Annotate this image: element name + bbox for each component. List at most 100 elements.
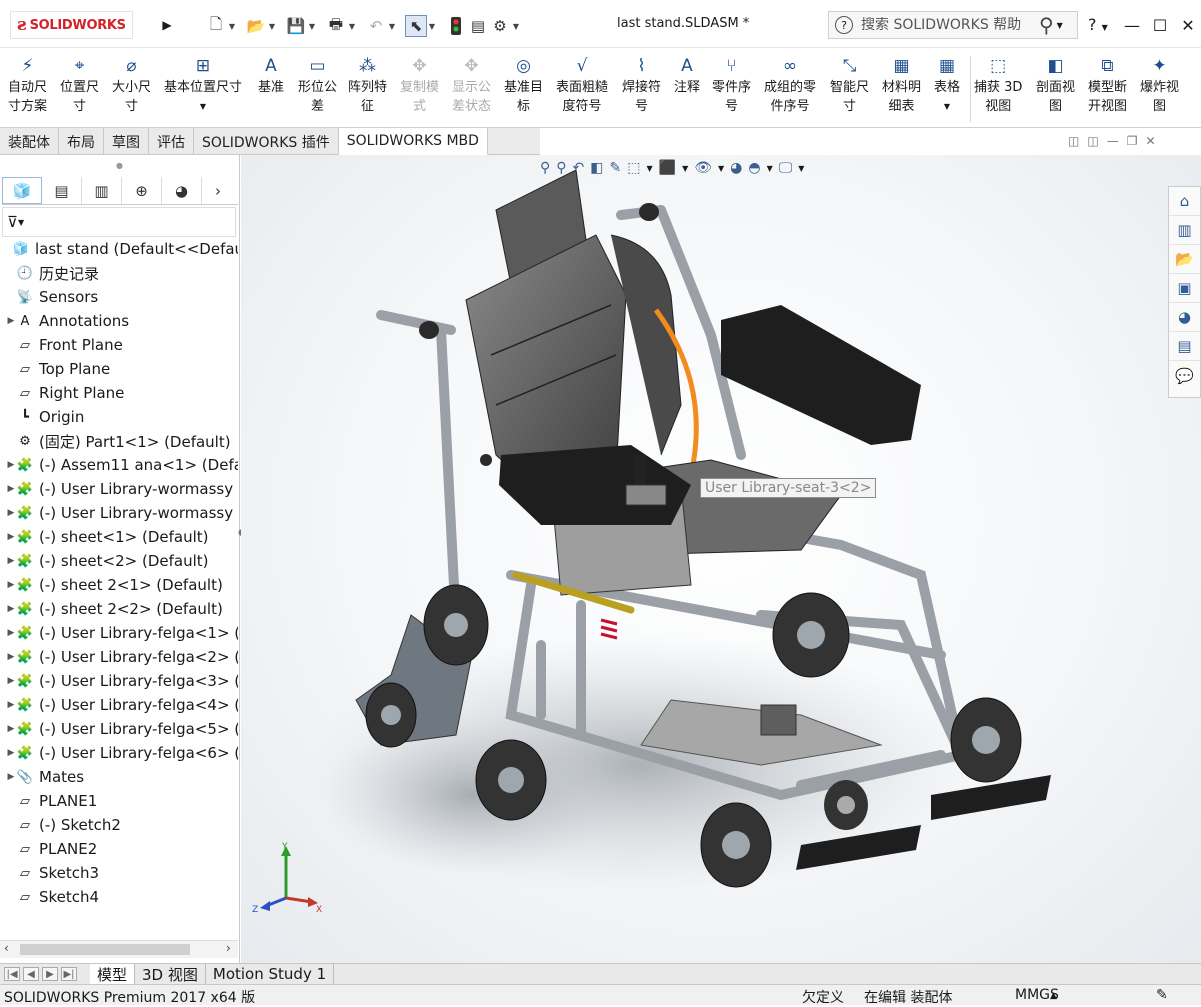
expand-arrow-icon[interactable]: ▶ — [6, 316, 16, 326]
tree-item[interactable]: ▱ Front Plane — [0, 333, 238, 357]
tree-item[interactable]: ▶ 📎 Mates — [0, 765, 238, 789]
search-dropdown-icon[interactable]: ▼ — [1057, 21, 1063, 30]
tree-item[interactable]: ▱ PLANE2 — [0, 837, 238, 861]
help-button[interactable]: ? ▼ — [1088, 15, 1108, 34]
dynamic-annotation-icon[interactable]: ✎ — [610, 160, 622, 176]
displaymanager-tab-icon[interactable]: ◕ — [162, 177, 202, 204]
scroll-left-icon[interactable]: ‹ — [4, 941, 9, 955]
print-dropdown-icon[interactable]: ▼ — [347, 22, 357, 31]
show-tolerance-status-button[interactable]: ✥ 显示公 差状态 — [452, 54, 491, 116]
surface-finish-button[interactable]: √ 表面粗糙 度符号 — [556, 54, 608, 116]
quick-tips-icon[interactable]: ✎ — [1156, 987, 1168, 1003]
tree-item[interactable]: ▱ Sketch4 — [0, 885, 238, 909]
new-document-icon[interactable]: 🗋 — [205, 15, 227, 37]
pattern-feature-button[interactable]: ⁂ 阵列特 征 — [348, 54, 387, 116]
location-dimension-button[interactable]: ⌖ 位置尺 寸 — [60, 54, 99, 116]
geometric-tolerance-button[interactable]: ▭ 形位公 差 — [298, 54, 337, 116]
select-dropdown-icon[interactable]: ▼ — [427, 22, 437, 31]
previous-view-icon[interactable]: ↶ — [573, 160, 585, 176]
print-icon[interactable]: 🖶 — [325, 15, 347, 37]
solidworks-forum-icon[interactable]: 💬 — [1169, 361, 1200, 390]
tree-item[interactable]: 📡 Sensors — [0, 285, 238, 309]
configurationmanager-tab-icon[interactable]: ▥ — [82, 177, 122, 204]
undo-icon[interactable]: ↶ — [365, 15, 387, 37]
maximize-icon[interactable]: ☐ — [1146, 12, 1174, 38]
restore-right-icon[interactable]: ◫ — [1087, 134, 1098, 148]
scroll-right-icon[interactable]: › — [226, 941, 231, 955]
file-explorer-icon[interactable]: 📂 — [1169, 245, 1200, 274]
help-search-input[interactable] — [861, 17, 1037, 33]
custom-properties-icon[interactable]: ▤ — [1169, 332, 1200, 361]
tree-item[interactable]: ▶ 🧩 (-) sheet<1> (Default) — [0, 525, 238, 549]
edit-appearance-icon[interactable]: ◕ — [730, 160, 742, 176]
view-orientation-icon[interactable]: ⬚ — [627, 160, 640, 176]
menu-expand-icon[interactable]: ▶ — [158, 12, 176, 38]
expand-arrow-icon[interactable]: ▶ — [6, 532, 16, 542]
capture-3d-view-button[interactable]: ⬚ 捕获 3D 视图 — [974, 54, 1022, 116]
tree-item[interactable]: ▶ A Annotations — [0, 309, 238, 333]
save-icon[interactable]: 💾 — [285, 15, 307, 37]
tree-item[interactable]: ▶ 🧩 (-) User Library-felga<1> ( — [0, 621, 238, 645]
expand-arrow-icon[interactable]: ▶ — [6, 724, 16, 734]
prev-tab-icon[interactable]: ◀ — [23, 967, 39, 981]
viewport-restore-icon[interactable]: ❐ — [1127, 134, 1138, 148]
expand-arrow-icon[interactable]: ▶ — [6, 508, 16, 518]
select-pointer-icon[interactable]: ⬉ — [405, 15, 427, 37]
tab-layout[interactable]: 布局 — [59, 128, 104, 155]
options-dropdown-icon[interactable]: ▼ — [511, 22, 521, 31]
tree-item[interactable]: ┗ Origin — [0, 405, 238, 429]
tree-item[interactable]: ▶ 🧩 (-) User Library-felga<3> ( — [0, 669, 238, 693]
expand-arrow-icon[interactable]: ▶ — [6, 460, 16, 470]
zoom-to-fit-icon[interactable]: ⚲ — [540, 160, 550, 176]
featuremanager-tab-icon[interactable]: 🧊 — [2, 177, 42, 204]
graphics-area[interactable]: User Library-seat-3<2> — [241, 155, 1201, 963]
wheelchair-model[interactable] — [241, 155, 1201, 963]
tab-assembly[interactable]: 装配体 — [0, 128, 59, 155]
rebuild-traffic-light-icon[interactable] — [445, 15, 467, 37]
tab-motion-study[interactable]: Motion Study 1 — [206, 964, 335, 984]
units-dropdown-icon[interactable]: ▲ — [1050, 991, 1057, 1001]
design-library-icon[interactable]: ▥ — [1169, 216, 1200, 245]
model-break-view-button[interactable]: ⧉ 模型断 开视图 — [1088, 54, 1127, 116]
tree-item[interactable]: ▱ Sketch3 — [0, 861, 238, 885]
tree-item[interactable]: ⚙ (固定) Part1<1> (Default) — [0, 429, 238, 453]
open-icon[interactable]: 📂 — [245, 15, 267, 37]
tabs-more-icon[interactable]: › — [202, 177, 234, 204]
tree-item[interactable]: 🧊 last stand (Default<<Default> — [0, 237, 238, 261]
expand-arrow-icon[interactable]: ▶ — [6, 580, 16, 590]
bom-button[interactable]: ▦ 材料明 细表 — [882, 54, 921, 116]
tree-item[interactable]: ▶ 🧩 (-) User Library-felga<6> ( — [0, 741, 238, 765]
restore-left-icon[interactable]: ◫ — [1068, 134, 1079, 148]
table-button[interactable]: ▦ 表格 ▼ — [934, 54, 960, 116]
tree-item[interactable]: ▶ 🧩 (-) sheet 2<2> (Default) — [0, 597, 238, 621]
apply-scene-icon[interactable]: ◓ — [748, 160, 760, 176]
section-view-button[interactable]: ◧ 剖面视 图 — [1036, 54, 1075, 116]
next-tab-icon[interactable]: ▶ — [42, 967, 58, 981]
last-tab-icon[interactable]: ▶| — [61, 967, 77, 981]
note-button[interactable]: A 注释 — [674, 54, 700, 97]
tree-item[interactable]: ▶ 🧩 (-) User Library-felga<2> ( — [0, 645, 238, 669]
expand-arrow-icon[interactable]: ▶ — [6, 772, 16, 782]
balloon-button[interactable]: ⑂ 零件序 号 — [712, 54, 751, 116]
viewport-minimize-icon[interactable]: — — [1107, 134, 1119, 148]
display-style-icon[interactable]: ⬛ — [659, 160, 676, 176]
weld-symbol-button[interactable]: ⌇ 焊接符 号 — [622, 54, 661, 116]
expand-arrow-icon[interactable]: ▶ — [6, 700, 16, 710]
propertymanager-tab-icon[interactable]: ▤ — [42, 177, 82, 204]
tree-item[interactable]: ▱ Top Plane — [0, 357, 238, 381]
file-properties-icon[interactable]: ▤ — [467, 15, 489, 37]
smart-dimension-button[interactable]: ⤡ 智能尺 寸 — [830, 54, 869, 116]
basic-location-dimension-button[interactable]: ⊞ 基本位置尺寸 ▼ — [164, 54, 242, 116]
stacked-balloon-button[interactable]: ∞ 成组的零 件序号 — [764, 54, 816, 116]
tree-item[interactable]: ▶ 🧩 (-) User Library-felga<5> ( — [0, 717, 238, 741]
hide-show-items-icon[interactable]: 👁 — [694, 160, 712, 176]
tree-item[interactable]: ▱ PLANE1 — [0, 789, 238, 813]
tree-item[interactable]: 🕘 历史记录 — [0, 261, 238, 285]
tree-item[interactable]: ▱ (-) Sketch2 — [0, 813, 238, 837]
undo-dropdown-icon[interactable]: ▼ — [387, 22, 397, 31]
tree-item[interactable]: ▶ 🧩 (-) User Library-wormassy — [0, 501, 238, 525]
save-dropdown-icon[interactable]: ▼ — [307, 22, 317, 31]
tree-item[interactable]: ▶ 🧩 (-) User Library-wormassy — [0, 477, 238, 501]
tree-item[interactable]: ▶ 🧩 (-) sheet<2> (Default) — [0, 549, 238, 573]
tree-item[interactable]: ▱ Right Plane — [0, 381, 238, 405]
